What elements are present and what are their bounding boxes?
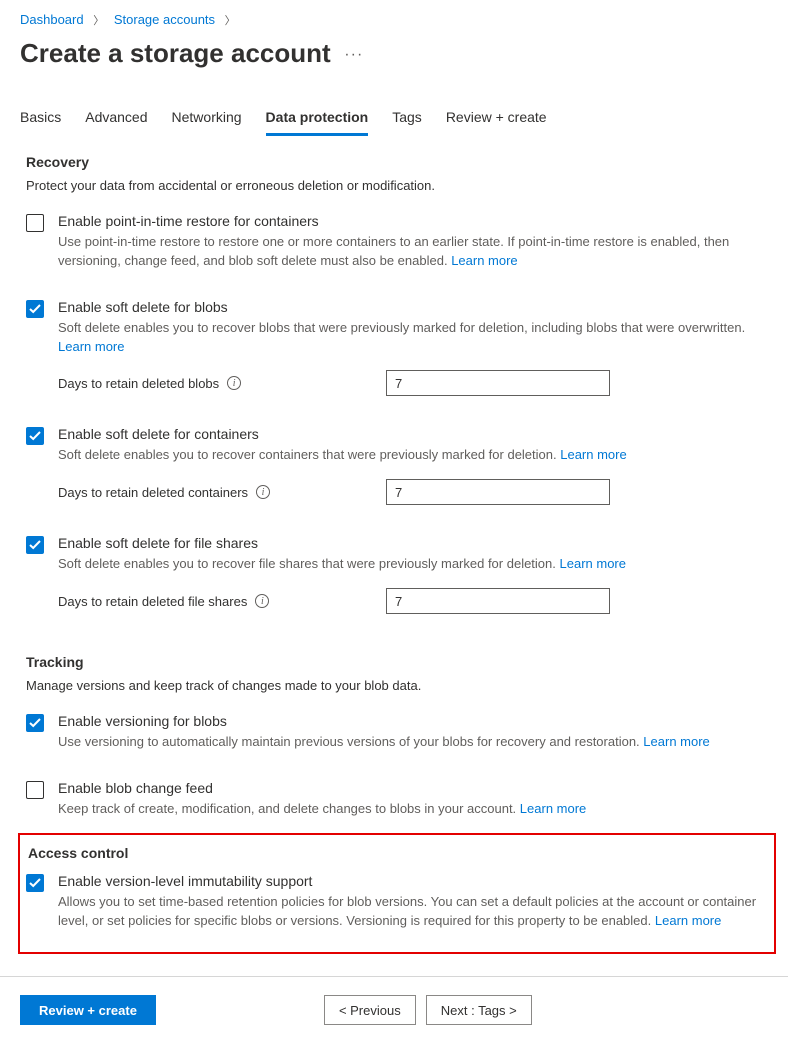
tab-basics[interactable]: Basics	[20, 103, 61, 136]
breadcrumb-dashboard[interactable]: Dashboard	[20, 12, 84, 27]
tab-tags[interactable]: Tags	[392, 103, 422, 136]
wizard-footer: Review + create < Previous Next : Tags >	[20, 995, 768, 1025]
pitr-learn-more[interactable]: Learn more	[451, 253, 517, 268]
versioning-checkbox[interactable]	[26, 714, 44, 732]
breadcrumb: Dashboard 〉 Storage accounts 〉	[20, 12, 768, 28]
tab-data-protection[interactable]: Data protection	[266, 103, 369, 136]
tab-review-create[interactable]: Review + create	[446, 103, 547, 136]
soft-delete-fileshares-description: Soft delete enables you to recover file …	[58, 555, 768, 574]
breadcrumb-storage-accounts[interactable]: Storage accounts	[114, 12, 215, 27]
pitr-label: Enable point-in-time restore for contain…	[58, 213, 768, 229]
soft-delete-fileshares-label: Enable soft delete for file shares	[58, 535, 768, 551]
soft-delete-containers-label: Enable soft delete for containers	[58, 426, 768, 442]
change-feed-label: Enable blob change feed	[58, 780, 768, 796]
info-icon[interactable]: i	[255, 594, 269, 608]
immutability-learn-more[interactable]: Learn more	[655, 913, 721, 928]
recovery-description: Protect your data from accidental or err…	[26, 178, 768, 193]
retain-fileshares-label: Days to retain deleted file shares	[58, 594, 247, 609]
chevron-right-icon: 〉	[225, 15, 236, 27]
soft-delete-fileshares-learn-more[interactable]: Learn more	[560, 556, 626, 571]
info-icon[interactable]: i	[227, 376, 241, 390]
pitr-description: Use point-in-time restore to restore one…	[58, 233, 768, 271]
soft-delete-blobs-learn-more[interactable]: Learn more	[58, 339, 124, 354]
retain-fileshares-input[interactable]	[386, 588, 610, 614]
retain-containers-input[interactable]	[386, 479, 610, 505]
access-control-highlight: Access control Enable version-level immu…	[18, 833, 776, 955]
review-create-button[interactable]: Review + create	[20, 995, 156, 1025]
more-icon[interactable]: ···	[344, 46, 363, 63]
tab-networking[interactable]: Networking	[172, 103, 242, 136]
pitr-checkbox[interactable]	[26, 214, 44, 232]
retain-blobs-label: Days to retain deleted blobs	[58, 376, 219, 391]
info-icon[interactable]: i	[256, 485, 270, 499]
immutability-label: Enable version-level immutability suppor…	[58, 873, 768, 889]
page-title: Create a storage account	[20, 38, 331, 69]
tracking-heading: Tracking	[26, 654, 768, 670]
tab-advanced[interactable]: Advanced	[85, 103, 147, 136]
change-feed-checkbox[interactable]	[26, 781, 44, 799]
soft-delete-blobs-label: Enable soft delete for blobs	[58, 299, 768, 315]
soft-delete-fileshares-checkbox[interactable]	[26, 536, 44, 554]
versioning-label: Enable versioning for blobs	[58, 713, 768, 729]
soft-delete-blobs-checkbox[interactable]	[26, 300, 44, 318]
chevron-right-icon: 〉	[93, 15, 104, 27]
change-feed-description: Keep track of create, modification, and …	[58, 800, 768, 819]
access-control-heading: Access control	[28, 845, 768, 861]
next-button[interactable]: Next : Tags >	[426, 995, 532, 1025]
tracking-description: Manage versions and keep track of change…	[26, 678, 768, 693]
soft-delete-containers-checkbox[interactable]	[26, 427, 44, 445]
soft-delete-containers-description: Soft delete enables you to recover conta…	[58, 446, 768, 465]
recovery-heading: Recovery	[26, 154, 768, 170]
wizard-tabs: Basics Advanced Networking Data protecti…	[20, 103, 768, 136]
immutability-checkbox[interactable]	[26, 874, 44, 892]
soft-delete-blobs-description: Soft delete enables you to recover blobs…	[58, 319, 768, 357]
versioning-learn-more[interactable]: Learn more	[643, 734, 709, 749]
retain-blobs-input[interactable]	[386, 370, 610, 396]
retain-containers-label: Days to retain deleted containers	[58, 485, 248, 500]
immutability-description: Allows you to set time-based retention p…	[58, 893, 768, 931]
footer-divider	[0, 976, 788, 977]
versioning-description: Use versioning to automatically maintain…	[58, 733, 768, 752]
previous-button[interactable]: < Previous	[324, 995, 416, 1025]
change-feed-learn-more[interactable]: Learn more	[520, 801, 586, 816]
soft-delete-containers-learn-more[interactable]: Learn more	[560, 447, 626, 462]
